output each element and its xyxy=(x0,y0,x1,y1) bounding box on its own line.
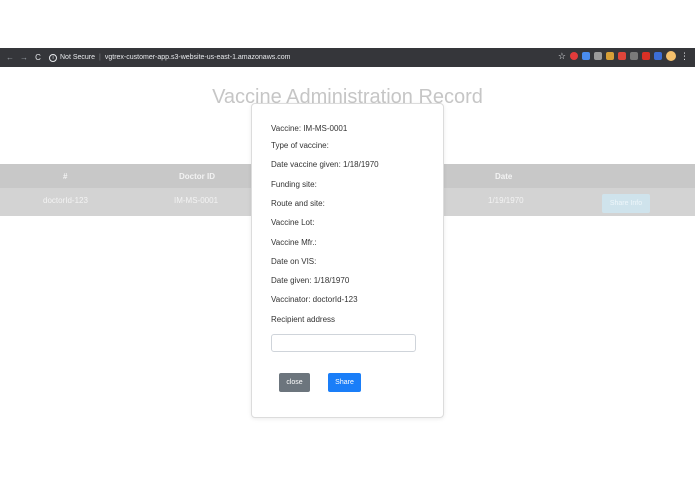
field-vaccine: Vaccine: IM-MS-0001 xyxy=(271,124,348,133)
extensions-area: ☆ ⋮ xyxy=(558,51,689,61)
field-type-of-vaccine: Type of vaccine: xyxy=(271,141,329,150)
extension-icon[interactable] xyxy=(582,52,590,60)
close-button[interactable]: close xyxy=(279,373,310,392)
menu-dots-icon[interactable]: ⋮ xyxy=(680,51,689,61)
field-date-given: Date given: 1/18/1970 xyxy=(271,276,350,285)
extension-icon[interactable] xyxy=(570,52,578,60)
field-vaccine-lot: Vaccine Lot: xyxy=(271,218,315,227)
share-button[interactable]: Share xyxy=(328,373,361,392)
extension-icon[interactable] xyxy=(606,52,614,60)
field-route-and-site: Route and site: xyxy=(271,199,325,208)
recipient-address-label: Recipient address xyxy=(271,315,336,324)
extension-icon[interactable] xyxy=(630,52,638,60)
extension-icon[interactable] xyxy=(654,52,662,60)
field-vaccine-mfr: Vaccine Mfr.: xyxy=(271,238,317,247)
back-arrow-icon[interactable]: ← xyxy=(3,53,17,62)
info-icon[interactable]: i xyxy=(49,53,57,62)
field-vaccinator: Vaccinator: doctorId-123 xyxy=(271,295,358,304)
vaccine-detail-modal: Vaccine: IM-MS-0001 Type of vaccine: Dat… xyxy=(251,103,444,418)
url-text: vgtrex-customer-app.s3-website-us-east-1… xyxy=(104,54,291,61)
avatar[interactable] xyxy=(666,51,676,61)
extension-icon[interactable] xyxy=(594,52,602,60)
forward-arrow-icon[interactable]: → xyxy=(17,53,31,62)
security-label: Not Secure xyxy=(60,54,96,61)
reload-icon[interactable]: C xyxy=(31,53,45,62)
field-date-on-vis: Date on VIS: xyxy=(271,257,317,266)
extension-icon[interactable] xyxy=(618,52,626,60)
address-bar[interactable]: i Not Secure | vgtrex-customer-app.s3-we… xyxy=(49,51,290,64)
star-icon[interactable]: ☆ xyxy=(558,51,566,61)
extension-icon[interactable] xyxy=(642,52,650,60)
field-date-vaccine-given: Date vaccine given: 1/18/1970 xyxy=(271,160,379,169)
field-funding-site: Funding site: xyxy=(271,180,317,189)
browser-toolbar: ← → C i Not Secure | vgtrex-customer-app… xyxy=(0,48,695,67)
separator: | xyxy=(99,54,101,61)
recipient-address-input[interactable] xyxy=(271,334,416,352)
screen: ← → C i Not Secure | vgtrex-customer-app… xyxy=(0,0,695,494)
